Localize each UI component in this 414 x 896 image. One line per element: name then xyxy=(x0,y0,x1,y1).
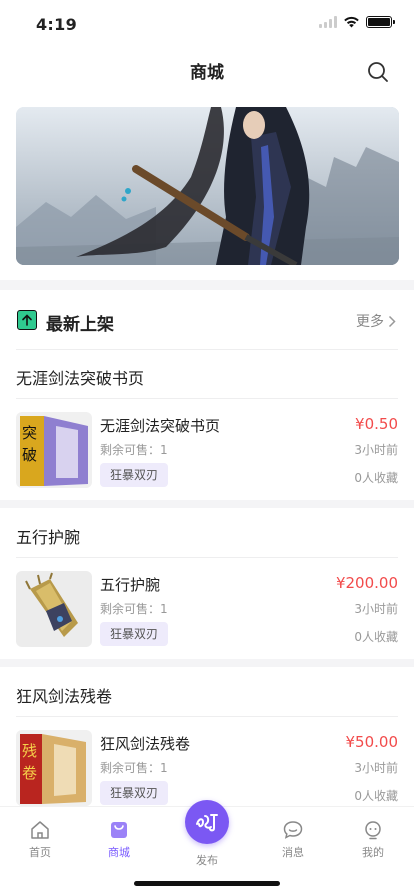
product-stock: 剩余可售：1 xyxy=(100,443,168,457)
wifi-icon xyxy=(344,16,359,28)
profile-icon xyxy=(365,821,381,840)
section-separator xyxy=(0,280,414,290)
publish-button[interactable] xyxy=(185,800,229,844)
divider xyxy=(16,557,398,558)
product-price: ¥0.50 xyxy=(355,415,398,433)
product-tag[interactable]: 狂暴双刃 xyxy=(100,622,169,646)
divider xyxy=(16,349,398,350)
listing-group-title: 五行护腕 xyxy=(16,528,81,547)
section-separator xyxy=(0,500,414,508)
publish-icon xyxy=(196,814,218,832)
tab-label: 消息 xyxy=(282,846,304,859)
status-icons xyxy=(319,16,395,28)
product-stock: 剩余可售：1 xyxy=(100,602,168,616)
divider xyxy=(16,716,398,717)
listing-group-title: 狂风剑法残卷 xyxy=(16,687,113,706)
product-favorites: 0人收藏 xyxy=(354,789,398,803)
product-tag[interactable]: 狂暴双刃 xyxy=(100,781,169,805)
tab-label: 首页 xyxy=(29,846,51,859)
bracer-icon xyxy=(16,571,92,647)
signal-icon xyxy=(319,16,337,28)
page-title: 商城 xyxy=(190,63,224,83)
search-button[interactable] xyxy=(366,60,390,84)
product-thumbnail[interactable]: 残 卷 xyxy=(16,730,92,806)
book-icon: 突 破 xyxy=(16,412,92,488)
home-icon xyxy=(31,821,49,839)
listing-group-title: 无涯剑法突破书页 xyxy=(16,369,145,388)
tab-shop[interactable]: 商城 xyxy=(89,819,149,860)
product-favorites: 0人收藏 xyxy=(354,471,398,485)
svg-text:破: 破 xyxy=(22,446,37,464)
chevron-right-icon xyxy=(388,315,396,327)
message-icon xyxy=(283,821,303,839)
nav-bar: 商城 xyxy=(0,44,414,98)
new-arrivals-header: 最新上架 更多 xyxy=(0,293,414,349)
product-time: 3小时前 xyxy=(354,602,398,616)
more-label: 更多 xyxy=(356,314,384,330)
product-name: 无涯剑法突破书页 xyxy=(100,417,221,435)
divider xyxy=(16,398,398,399)
svg-text:卷: 卷 xyxy=(22,764,37,782)
product-name: 五行护腕 xyxy=(100,576,161,594)
new-arrivals-title: 最新上架 xyxy=(46,315,114,335)
product-time: 3小时前 xyxy=(354,443,398,457)
svg-text:残: 残 xyxy=(22,742,37,760)
more-link[interactable]: 更多 xyxy=(356,311,396,331)
product-name: 狂风剑法残卷 xyxy=(100,735,191,753)
product-thumbnail[interactable]: 突 破 xyxy=(16,412,92,488)
battery-icon xyxy=(366,16,395,28)
tab-label: 商城 xyxy=(108,846,130,859)
book-title-glyph: 突 xyxy=(22,424,37,442)
shop-bag-icon xyxy=(111,822,127,838)
status-bar: 4:19 xyxy=(0,0,414,44)
product-stock: 剩余可售：1 xyxy=(100,761,168,775)
product-time: 3小时前 xyxy=(354,761,398,775)
tab-home[interactable]: 首页 xyxy=(10,819,70,860)
scroll-book-icon: 残 卷 xyxy=(16,730,92,806)
publish-label: 发布 xyxy=(196,854,218,867)
product-price: ¥50.00 xyxy=(345,733,399,751)
section-separator xyxy=(0,659,414,667)
banner-artwork xyxy=(16,107,399,265)
home-indicator xyxy=(134,881,280,886)
new-arrival-icon xyxy=(17,310,37,330)
product-tag[interactable]: 狂暴双刃 xyxy=(100,463,169,487)
tab-profile[interactable]: 我的 xyxy=(343,819,403,860)
promo-banner[interactable] xyxy=(16,107,399,265)
status-time: 4:19 xyxy=(36,15,77,34)
search-icon xyxy=(368,62,388,82)
tab-messages[interactable]: 消息 xyxy=(263,819,323,860)
tab-label: 我的 xyxy=(362,846,384,859)
product-thumbnail[interactable] xyxy=(16,571,92,647)
product-favorites: 0人收藏 xyxy=(354,630,398,644)
product-price: ¥200.00 xyxy=(335,574,398,592)
